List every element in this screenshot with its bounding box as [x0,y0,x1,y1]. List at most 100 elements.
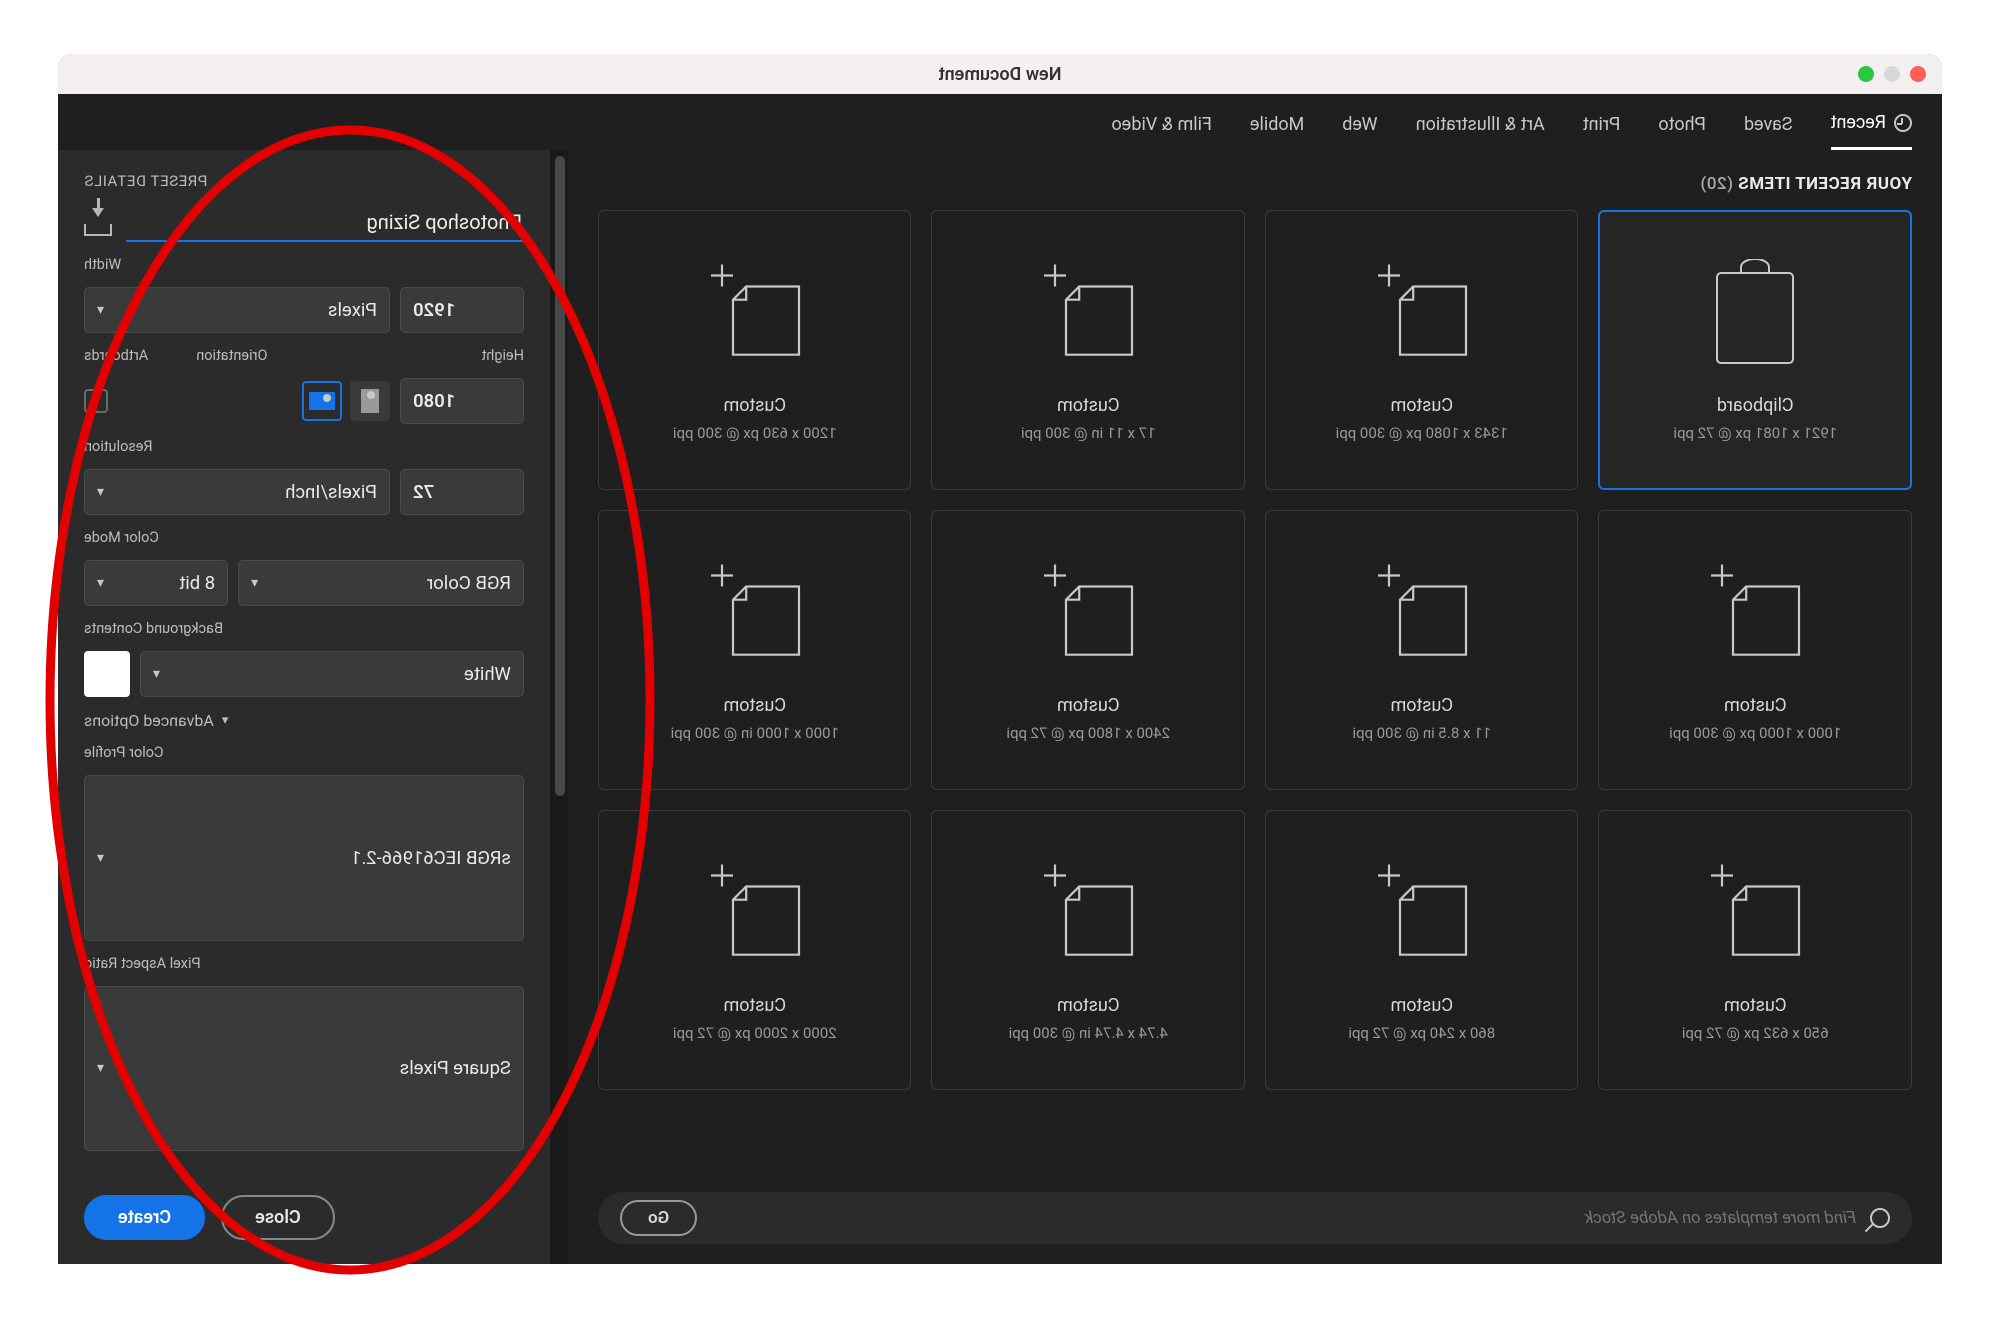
resolution-value[interactable] [413,481,511,503]
preset-details-panel: PRESET DETAILS Width Pixels ▾ Height Ori… [58,150,550,1264]
preset-card[interactable]: Custom 1000 x 1000 px @ 300 ppi [1599,510,1913,790]
scrollbar-thumb[interactable] [555,156,565,796]
window-title: New Document [58,64,1942,85]
height-value[interactable] [413,390,511,412]
stock-go-button[interactable]: Go [620,1200,697,1236]
width-value[interactable] [413,299,511,321]
preset-card[interactable]: Custom 17 x 11 in @ 300 ppi [932,210,1246,490]
preset-details-header: PRESET DETAILS [84,172,524,190]
label-resolution: Resolution [84,438,524,455]
new-page-icon [695,859,815,969]
close-button[interactable]: Close [221,1195,335,1240]
preset-card[interactable]: Custom 2400 x 1800 px @ 72 ppi [932,510,1246,790]
recent-icon [1894,114,1912,132]
preset-name: Custom [1390,695,1453,716]
preset-dimensions: 11 x 8.5 in @ 300 ppi [1352,724,1491,742]
preset-dimensions: 1200 x 630 px @ 300 ppi [673,424,837,442]
label-pixel-aspect: Pixel Aspect Ratio [84,955,524,972]
preset-name-input[interactable] [126,204,524,242]
preset-name: Custom [1390,395,1453,416]
preset-name: Clipboard [1717,395,1794,416]
height-input[interactable] [400,378,524,424]
preset-name: Custom [1724,995,1787,1016]
tab-recent[interactable]: Recent [1831,112,1912,150]
preset-dimensions: 2000 x 2000 px @ 72 ppi [673,1024,837,1042]
chevron-down-icon: ▾ [251,575,258,591]
pixel-aspect-value: Square Pixels [400,1057,511,1079]
preset-card[interactable]: Custom 1343 x 1080 px @ 300 ppi [1265,210,1579,490]
color-mode-select[interactable]: RGB Color ▾ [238,560,524,606]
new-page-icon [1028,259,1148,369]
preset-dimensions: 1000 x 1000 in @ 300 ppi [671,724,839,742]
preset-dimensions: 1343 x 1080 px @ 300 ppi [1336,424,1508,442]
preset-dimensions: 17 x 11 in @ 300 ppi [1021,424,1156,442]
resolution-input[interactable] [400,469,524,515]
titlebar: New Document [58,54,1942,94]
new-page-icon [1695,859,1815,969]
tab-photo[interactable]: Photo [1658,112,1706,150]
preset-card-clipboard[interactable]: Clipboard 1921 x 1081 px @ 72 ppi [1599,210,1913,490]
stock-search-input[interactable] [711,1208,1856,1228]
artboards-checkbox[interactable] [84,389,108,413]
create-button[interactable]: Create [84,1195,205,1240]
search-icon [1870,1208,1890,1228]
preset-name: Custom [723,995,786,1016]
preset-card[interactable]: Custom 1000 x 1000 in @ 300 ppi [598,510,912,790]
label-width: Width [84,256,524,273]
orientation-portrait[interactable] [350,381,390,421]
color-mode-value: RGB Color [427,572,511,594]
preset-name: Custom [723,395,786,416]
orientation-landscape[interactable] [302,381,342,421]
tab-web[interactable]: Web [1342,112,1377,150]
tab-label: Recent [1831,112,1886,133]
color-profile-select[interactable]: sRGB IEC61966-2.1 ▾ [84,775,524,941]
label-background: Background Contents [84,620,524,637]
tab-film-video[interactable]: Film & Video [1111,112,1211,150]
preset-card[interactable]: Custom 650 x 632 px @ 72 ppi [1599,810,1913,1090]
category-tabs: Recent Saved Photo Print Art & Illustrat… [58,94,1942,150]
label-height: Height [268,347,524,364]
chevron-down-icon: ▾ [153,666,160,682]
chevron-down-icon: ▾ [222,713,229,728]
preset-name: Custom [1390,995,1453,1016]
preset-grid: Clipboard 1921 x 1081 px @ 72 ppi Custom… [598,210,1912,1174]
preset-name: Custom [723,695,786,716]
background-swatch[interactable] [84,651,130,697]
stock-search: Go [598,1192,1912,1244]
chevron-down-icon: ▾ [97,1060,104,1076]
preset-dimensions: 860 x 240 px @ 72 ppi [1348,1024,1495,1042]
preset-card[interactable]: Custom 2000 x 2000 px @ 72 ppi [598,810,912,1090]
preset-dimensions: 1921 x 1081 px @ 72 ppi [1673,424,1837,442]
preset-name: Custom [1057,395,1120,416]
color-profile-value: sRGB IEC61966-2.1 [351,847,511,869]
label-color-mode: Color Mode [84,529,524,546]
new-page-icon [1028,559,1148,669]
advanced-options-toggle[interactable]: ▾ Advanced Options [84,711,524,730]
preset-name: Custom [1724,695,1787,716]
save-preset-icon[interactable] [84,210,112,236]
new-page-icon [1695,559,1815,669]
main-scrollbar[interactable] [550,150,568,1264]
preset-card[interactable]: Custom 1200 x 630 px @ 300 ppi [598,210,912,490]
preset-name: Custom [1057,995,1120,1016]
color-depth-select[interactable]: 8 bit ▾ [84,560,228,606]
preset-dimensions: 4.74 x 4.74 in @ 300 ppi [1009,1024,1168,1042]
preset-card[interactable]: Custom 860 x 240 px @ 72 ppi [1265,810,1579,1090]
width-unit-select[interactable]: Pixels ▾ [84,287,390,333]
width-input[interactable] [400,287,524,333]
color-depth-value: 8 bit [179,572,215,594]
label-orientation: Orientation [196,347,267,364]
preset-card[interactable]: Custom 4.74 x 4.74 in @ 300 ppi [932,810,1246,1090]
tab-saved[interactable]: Saved [1744,112,1793,150]
tab-print[interactable]: Print [1583,112,1621,150]
clipboard-icon [1695,259,1815,369]
chevron-down-icon: ▾ [97,850,104,866]
tab-art[interactable]: Art & Illustration [1416,112,1545,150]
preset-card[interactable]: Custom 11 x 8.5 in @ 300 ppi [1265,510,1579,790]
background-select[interactable]: White ▾ [140,651,524,697]
new-page-icon [1362,859,1482,969]
tab-mobile[interactable]: Mobile [1250,112,1304,150]
resolution-unit-select[interactable]: Pixels/Inch ▾ [84,469,390,515]
section-count: (20) [1700,174,1733,194]
pixel-aspect-select[interactable]: Square Pixels ▾ [84,986,524,1152]
